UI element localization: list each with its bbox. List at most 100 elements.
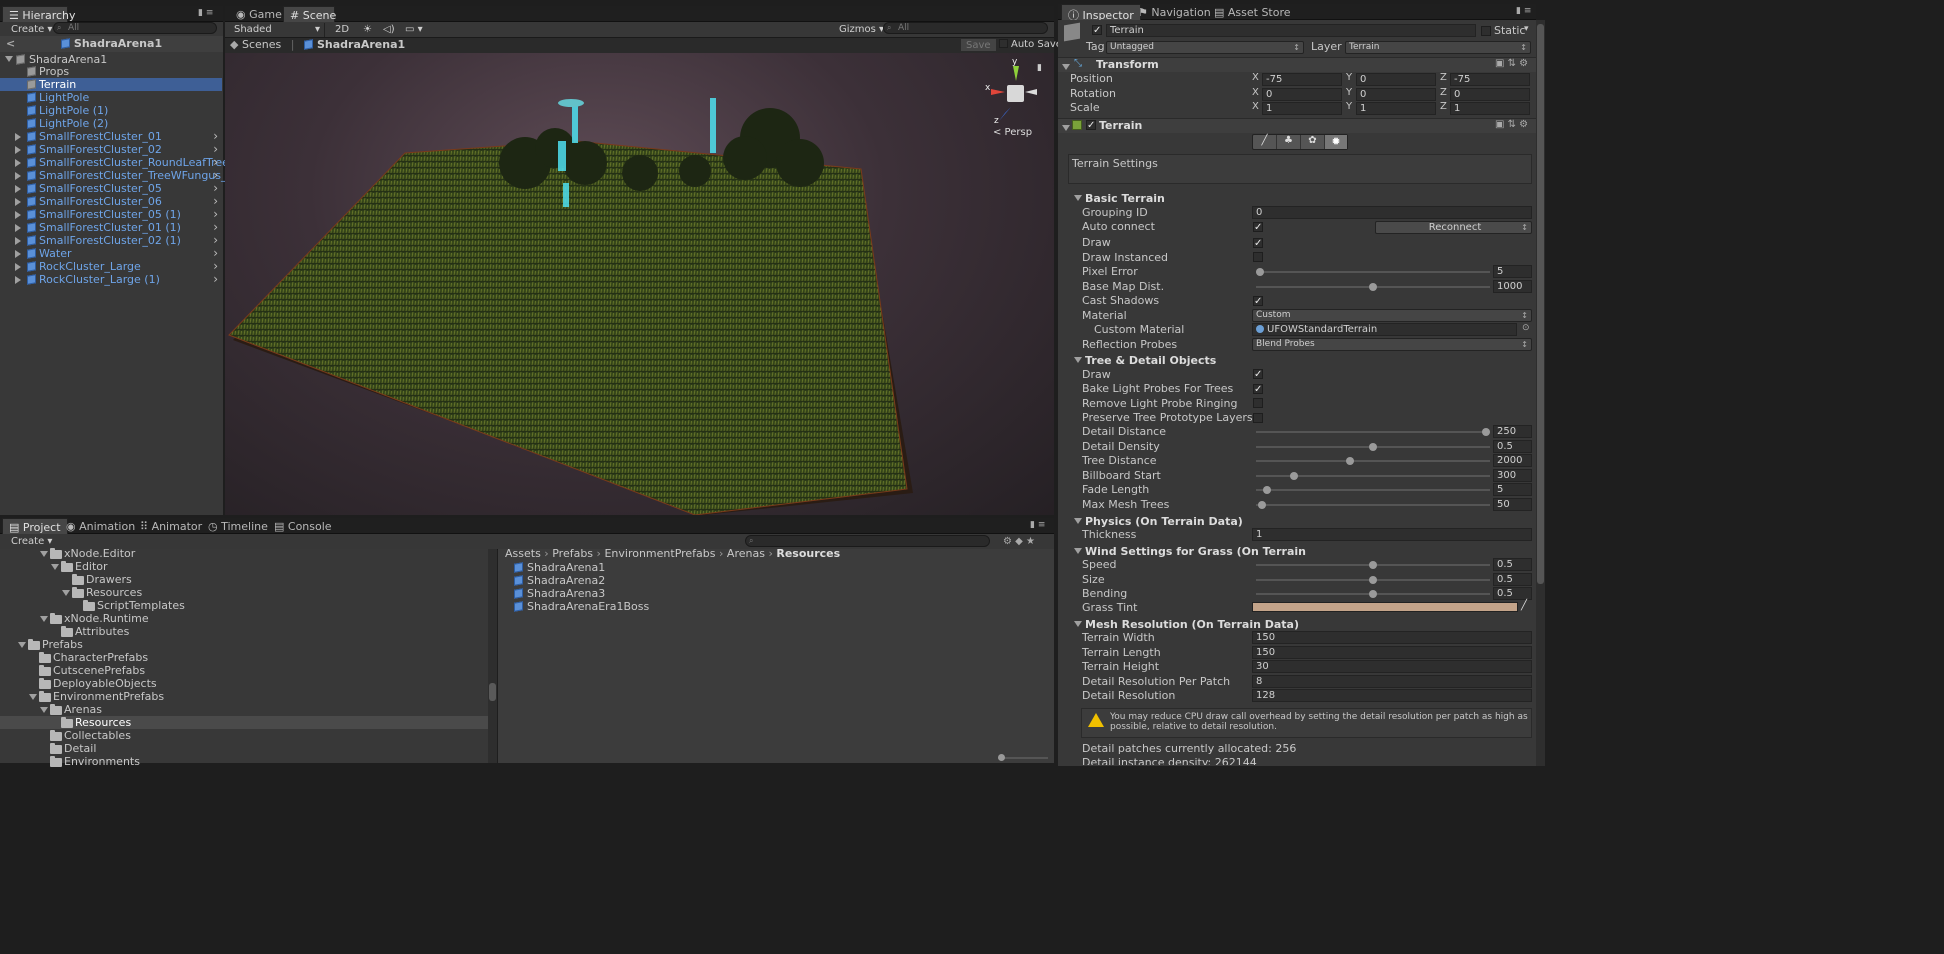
hierarchy-search-input[interactable]: ⌕ All — [53, 22, 217, 34]
hierarchy-create-button[interactable]: Create ▾ — [6, 23, 57, 37]
paint-brush-icon[interactable]: ╱ — [1253, 135, 1277, 149]
static-checkbox[interactable] — [1481, 26, 1491, 36]
fold-arrow-icon[interactable] — [1074, 357, 1082, 363]
tag-dropdown[interactable]: Untagged — [1106, 41, 1304, 54]
lock-icon[interactable]: ▮ ≡ — [1516, 6, 1531, 16]
project-file-item[interactable]: ShadraArenaEra1Boss — [514, 600, 649, 613]
wind-bending-slider[interactable] — [1256, 587, 1490, 601]
project-tree-item[interactable]: Collectables — [0, 729, 488, 742]
transform-position-y-field[interactable]: 0 — [1356, 73, 1436, 86]
expand-arrow-icon[interactable] — [18, 642, 26, 648]
wind-section[interactable]: Wind Settings for Grass (On Terrain — [1074, 545, 1306, 558]
hierarchy-item[interactable]: SmallForestCluster_RoundLeafTree_02 › — [0, 156, 248, 169]
project-tree-item[interactable]: Resources — [0, 716, 488, 729]
expand-arrow-icon[interactable] — [40, 551, 48, 557]
autosave-checkbox[interactable] — [999, 39, 1008, 48]
project-tree-item[interactable]: xNode.Editor — [0, 547, 488, 560]
fold-arrow-icon[interactable] — [1074, 548, 1082, 554]
tree-distance-field[interactable]: 2000 — [1493, 454, 1532, 468]
breadcrumb-scene[interactable]: ShadraArena1 — [317, 38, 405, 51]
bake-light-probes-checkbox[interactable]: ✓ — [1253, 384, 1263, 395]
layer-dropdown[interactable]: Terrain — [1345, 41, 1531, 54]
wind-bending-field[interactable]: 0.5 — [1493, 587, 1532, 600]
remove-ringing-checkbox[interactable] — [1253, 398, 1263, 408]
object-name-input[interactable]: Terrain — [1106, 24, 1476, 37]
max-mesh-trees-slider[interactable] — [1256, 498, 1490, 512]
path-segment[interactable]: Prefabs — [552, 547, 593, 560]
expand-arrow-icon[interactable] — [15, 185, 21, 193]
transform-position-x-field[interactable]: -75 — [1262, 73, 1342, 86]
terrain-width-field[interactable]: 150 — [1252, 631, 1532, 644]
draw-instanced-checkbox[interactable] — [1253, 252, 1263, 262]
project-tree-item[interactable]: Arenas — [0, 703, 488, 716]
base-map-dist-slider[interactable] — [1256, 280, 1490, 294]
projection-label[interactable]: < Persp — [993, 127, 1032, 138]
project-tree-item[interactable]: xNode.Runtime — [0, 612, 488, 625]
detail-resolution-per-patch-field[interactable]: 8 — [1252, 674, 1532, 688]
eyedropper-icon[interactable]: ╱ — [1521, 600, 1527, 611]
hierarchy-item[interactable]: SmallForestCluster_02 (1) › — [0, 234, 222, 247]
transform-rotation-x-field[interactable]: 0 — [1262, 87, 1342, 101]
slider-knob[interactable] — [1289, 471, 1298, 480]
breadcrumb-scenes[interactable]: Scenes — [242, 38, 281, 51]
billboard-start-field[interactable]: 300 — [1493, 468, 1532, 482]
reconnect-button[interactable]: Reconnect — [1375, 221, 1532, 234]
inspector-scrollbar[interactable] — [1536, 20, 1545, 766]
tree-distance-slider[interactable] — [1256, 454, 1490, 468]
settings-gear-icon[interactable]: ✹ — [1325, 135, 1347, 149]
transform-position-z-field[interactable]: -75 — [1450, 73, 1530, 86]
slider-knob[interactable] — [1369, 575, 1377, 584]
thickness-field[interactable]: 1 — [1252, 528, 1532, 541]
custom-material-field[interactable]: UFOWStandardTerrain — [1252, 323, 1517, 336]
expand-arrow-icon[interactable] — [15, 146, 21, 154]
expand-arrow-icon[interactable] — [5, 56, 13, 62]
expand-arrow-icon[interactable] — [29, 694, 37, 700]
preserve-layers-checkbox[interactable] — [1253, 413, 1263, 423]
project-tree-item[interactable]: CharacterPrefabs — [0, 651, 488, 664]
base-map-dist-field[interactable]: 1000 — [1493, 280, 1532, 293]
expand-arrow-icon[interactable] — [15, 250, 21, 258]
path-segment[interactable]: Assets — [505, 547, 541, 560]
draw-checkbox[interactable]: ✓ — [1253, 238, 1263, 249]
gizmos-dropdown[interactable]: Gizmos ▾ — [834, 23, 889, 37]
max-mesh-trees-field[interactable]: 50 — [1493, 498, 1532, 511]
expand-arrow-icon[interactable] — [15, 159, 21, 167]
wind-size-field[interactable]: 0.5 — [1493, 572, 1532, 586]
tree-draw-checkbox[interactable]: ✓ — [1253, 369, 1263, 380]
auto-connect-checkbox[interactable]: ✓ — [1253, 222, 1263, 233]
save-button[interactable]: Save — [960, 38, 997, 52]
project-tree-item[interactable]: Attributes — [0, 625, 488, 638]
cast-shadows-checkbox[interactable]: ✓ — [1253, 296, 1263, 307]
hierarchy-item[interactable]: LightPole (1) — [0, 104, 222, 117]
path-segment[interactable]: EnvironmentPrefabs — [604, 547, 715, 560]
expand-arrow-icon[interactable] — [15, 211, 21, 219]
slider-knob[interactable] — [1346, 457, 1355, 466]
hierarchy-item[interactable]: SmallForestCluster_05 (1) › — [0, 208, 222, 221]
expand-arrow-icon[interactable] — [15, 237, 21, 245]
detail-distance-slider[interactable] — [1256, 425, 1490, 439]
tab-animator[interactable]: ⠿ Animator — [134, 518, 208, 534]
project-tree-item[interactable]: Resources — [0, 586, 488, 599]
tab-inspector[interactable]: ⓘ Inspector — [1061, 4, 1141, 22]
project-tree-item[interactable]: EnvironmentPrefabs — [0, 690, 488, 703]
tab-asset-store[interactable]: ▤ Asset Store — [1208, 4, 1297, 20]
grouping-id-field[interactable]: 0 — [1252, 206, 1532, 219]
tab-navigation[interactable]: ⚑ Navigation — [1132, 4, 1217, 20]
fold-arrow-icon[interactable] — [1074, 195, 1082, 201]
lock-icon[interactable]: ▮ ≡ — [1030, 520, 1045, 530]
terrain-enabled-checkbox[interactable]: ✓ — [1086, 120, 1096, 131]
hierarchy-item[interactable]: Props — [0, 65, 222, 78]
tab-project[interactable]: ▤ Project — [2, 518, 68, 534]
hierarchy-item[interactable]: RockCluster_Large › — [0, 260, 222, 273]
active-checkbox[interactable]: ✓ — [1092, 25, 1102, 36]
tab-hierarchy[interactable]: ☰ Hierarchy — [2, 6, 76, 22]
2d-toggle[interactable]: 2D — [330, 23, 354, 37]
mesh-resolution-section[interactable]: Mesh Resolution (On Terrain Data) — [1074, 618, 1299, 631]
detail-paint-icon[interactable]: ✿ — [1301, 135, 1325, 149]
static-label[interactable]: Static — [1494, 24, 1525, 37]
slider-knob[interactable] — [1262, 486, 1271, 495]
transform-rotation-y-field[interactable]: 0 — [1356, 87, 1436, 101]
component-menu-icons[interactable]: ▣ ⇅ ⚙ — [1495, 119, 1528, 130]
slider-knob[interactable] — [1482, 428, 1490, 436]
tab-console[interactable]: ▤ Console — [268, 518, 338, 534]
